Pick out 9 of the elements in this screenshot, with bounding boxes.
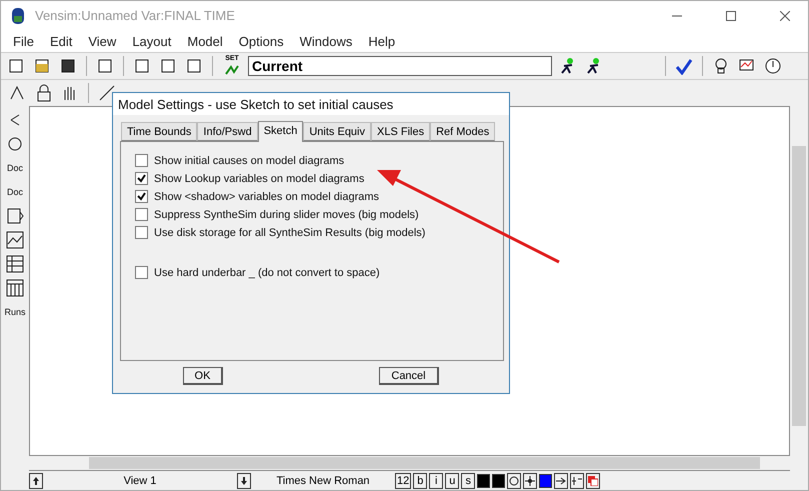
option-label: Show <shadow> variables on model diagrams <box>154 190 380 202</box>
option-label: Use hard underbar _ (do not convert to space) <box>154 266 380 278</box>
window-title: Vensim:Unnamed Var:FINAL TIME <box>35 8 236 23</box>
option-label: Suppress SyntheSim during slider moves (big models) <box>154 208 419 220</box>
option-label: Use disk storage for all SyntheSim Results (big models) <box>154 226 426 238</box>
option-label: Show Lookup variables on model diagrams <box>154 172 364 184</box>
option-label: Show initial causes on model diagrams <box>154 154 344 166</box>
view-name: View 1 <box>122 474 158 486</box>
dialog-title: Model Settings - use Sketch to set initial causes <box>113 93 509 115</box>
